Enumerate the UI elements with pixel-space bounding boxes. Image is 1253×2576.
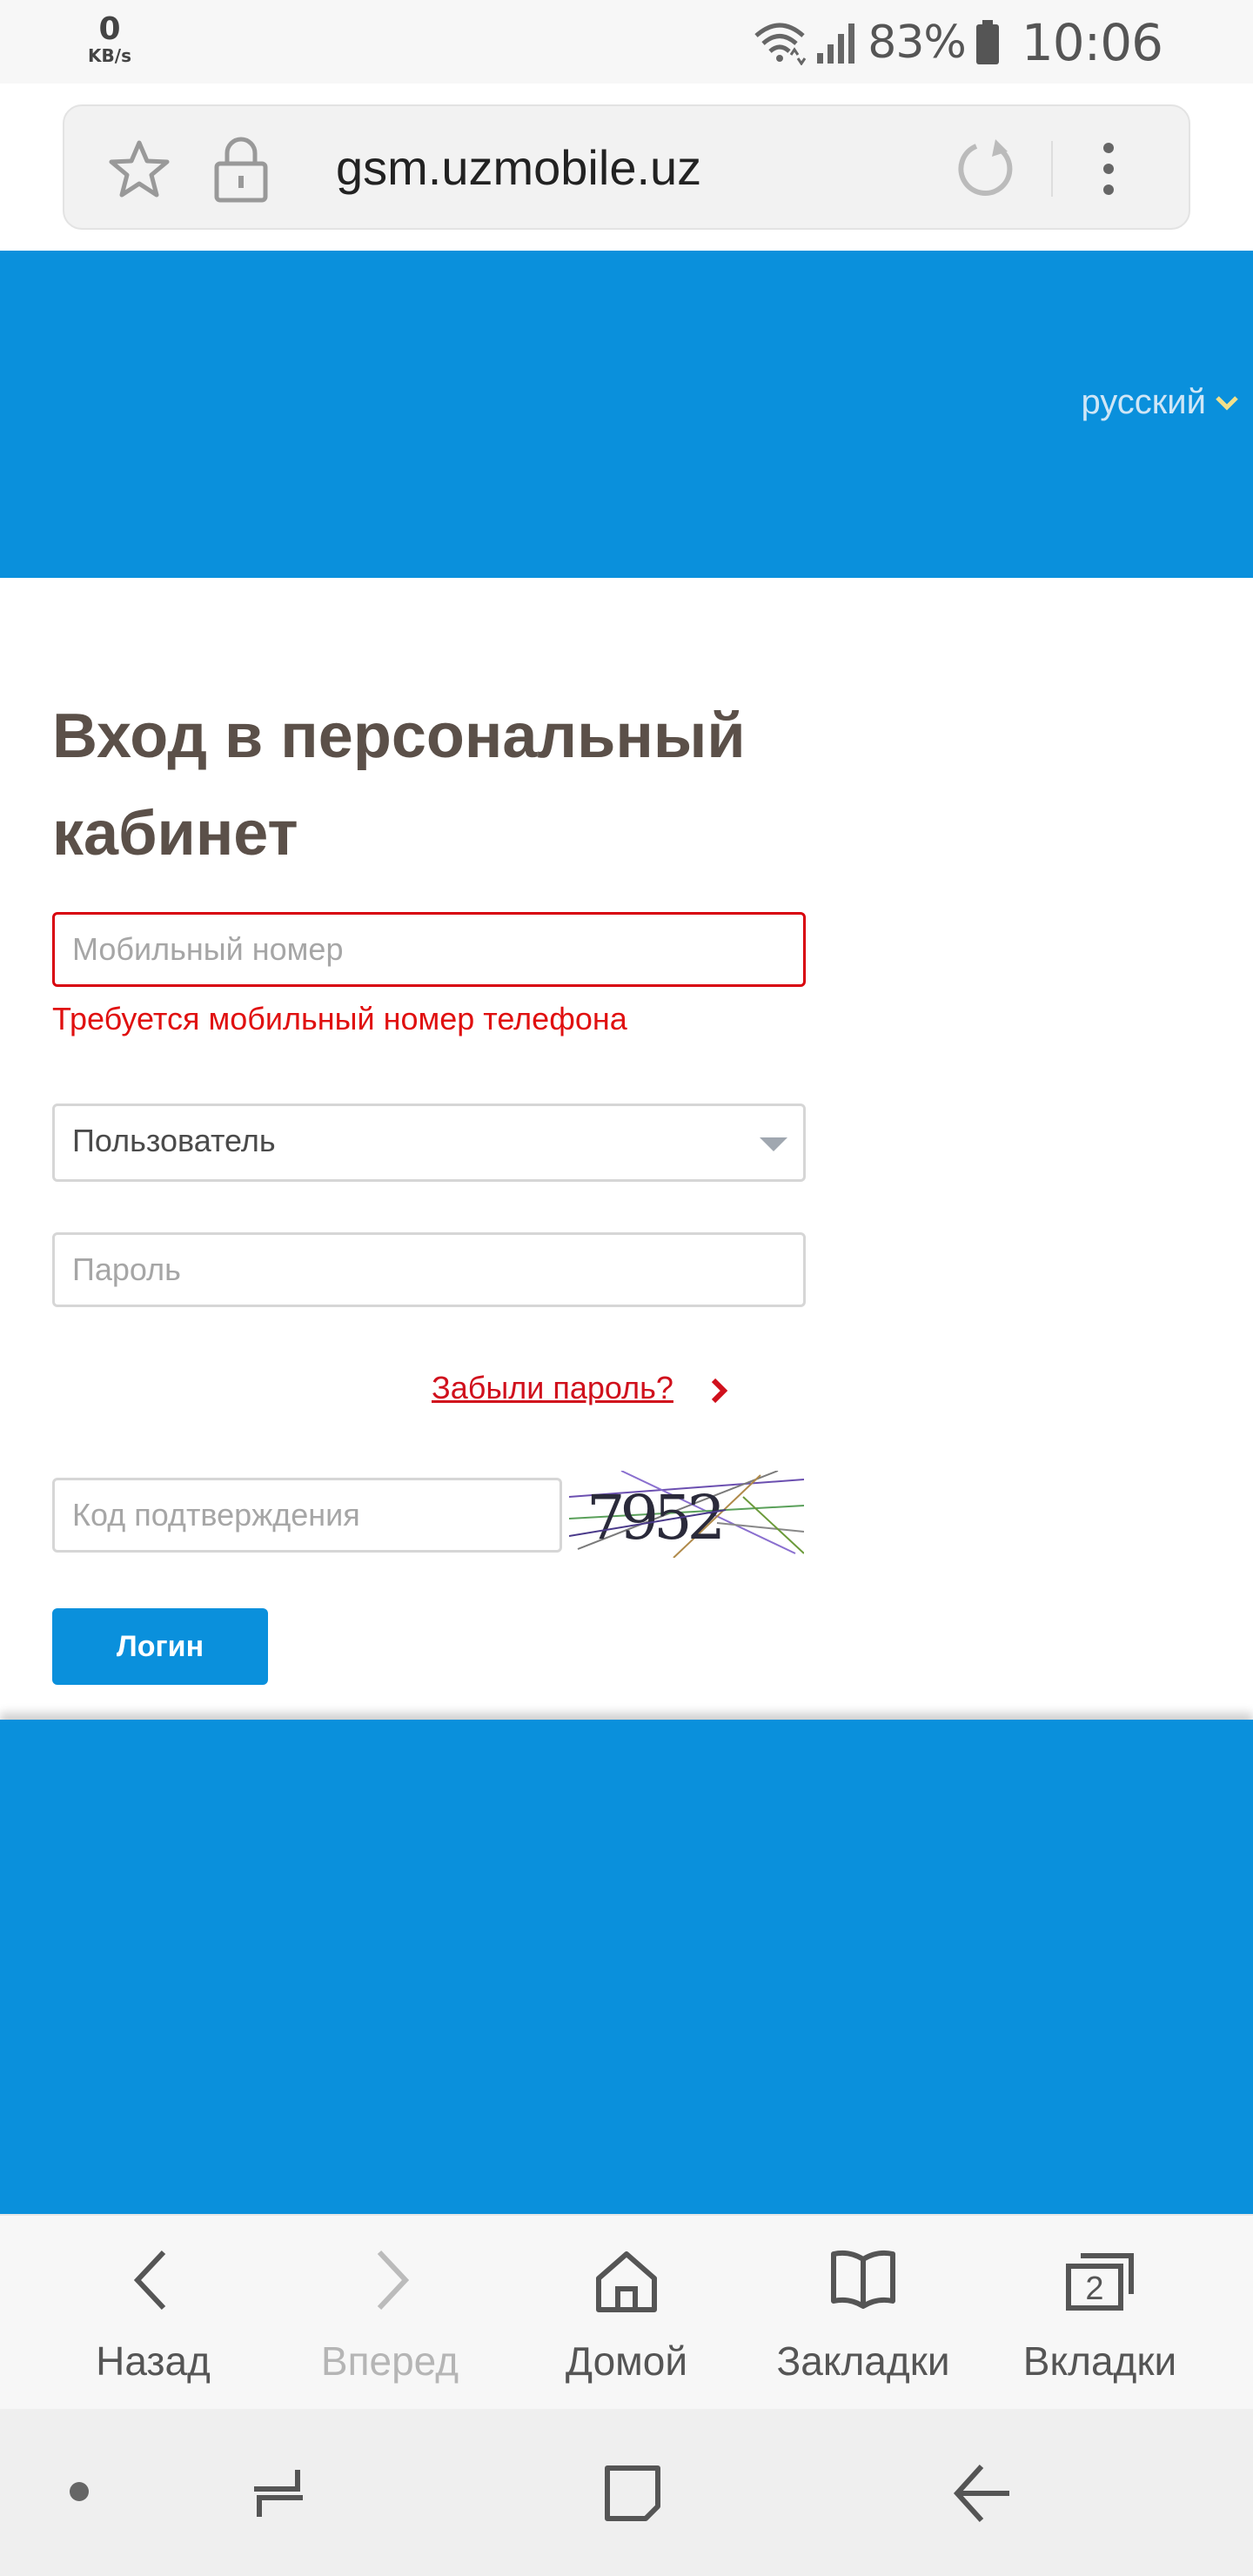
chevron-down-icon	[1216, 395, 1238, 411]
phone-error-message: Требуется мобильный номер телефона	[52, 1001, 627, 1036]
captcha-image[interactable]: 7952	[569, 1471, 804, 1558]
cell-signal-icon	[817, 23, 855, 64]
password-input[interactable]: Пароль	[52, 1232, 806, 1307]
lock-icon[interactable]	[212, 134, 270, 204]
forward-label: Вперед	[320, 2338, 459, 2384]
back-label: Назад	[96, 2338, 211, 2384]
network-speed-indicator: 0 KB/s	[84, 11, 136, 66]
browser-toolbar: Назад Вперед Домой Закладки 2 Вкладки	[0, 2214, 1253, 2409]
address-bar-divider	[1051, 141, 1053, 197]
language-label: русский	[1081, 383, 1206, 421]
site-header	[0, 251, 1253, 578]
star-icon[interactable]	[108, 138, 171, 200]
user-role-select[interactable]: Пользователь	[52, 1104, 806, 1182]
url-text[interactable]: gsm.uzmobile.uz	[336, 139, 701, 196]
more-menu-icon[interactable]	[1100, 141, 1117, 197]
tabs-label: Вкладки	[1022, 2338, 1177, 2384]
tabs-button[interactable]: 2 Вкладки	[995, 2216, 1204, 2411]
network-speed-value: 0	[98, 11, 121, 47]
tabs-icon: 2	[1066, 2253, 1134, 2311]
user-role-value: Пользователь	[72, 1123, 276, 1158]
recent-apps-icon[interactable]	[245, 2463, 312, 2524]
captcha-code: 7952	[586, 1482, 720, 1553]
back-nav-icon[interactable]	[952, 2461, 1013, 2526]
login-button[interactable]: Логин	[52, 1608, 268, 1685]
tabs-count: 2	[1085, 2271, 1103, 2307]
captcha-input[interactable]: Код подтверждения	[52, 1478, 562, 1553]
home-nav-icon[interactable]	[600, 2461, 665, 2526]
back-button[interactable]: Назад	[49, 2216, 258, 2411]
bookmarks-label: Закладки	[776, 2338, 950, 2384]
forward-button[interactable]: Вперед	[285, 2216, 494, 2411]
network-speed-unit: KB/s	[88, 45, 131, 66]
forgot-password-link[interactable]: Забыли пароль?	[432, 1370, 673, 1406]
status-icons: 83% 10:06	[753, 12, 1163, 73]
home-icon	[596, 2251, 657, 2312]
bookmarks-button[interactable]: Закладки	[759, 2216, 968, 2411]
chevron-left-icon	[133, 2250, 166, 2311]
wifi-icon	[754, 23, 807, 65]
site-footer	[0, 1720, 1253, 2214]
chevron-right-icon[interactable]	[710, 1377, 729, 1405]
phone-input[interactable]: Мобильный номер	[52, 912, 806, 987]
page-title: Вход в персональный кабинет	[52, 701, 746, 869]
chevron-right-icon	[377, 2250, 410, 2311]
battery-icon	[975, 20, 999, 64]
nav-dot-icon[interactable]	[70, 2482, 89, 2501]
system-navigation-bar	[0, 2409, 1253, 2576]
home-button[interactable]: Домой	[522, 2216, 731, 2411]
reload-icon[interactable]	[952, 136, 1018, 202]
language-selector[interactable]: русский	[1081, 383, 1239, 422]
address-bar[interactable]: gsm.uzmobile.uz	[63, 104, 1190, 230]
home-label: Домой	[565, 2338, 688, 2384]
status-bar: 0 KB/s 83% 10:06	[0, 0, 1253, 84]
dropdown-caret-icon	[760, 1137, 787, 1151]
bookmarks-icon	[831, 2250, 895, 2309]
battery-percent: 83%	[868, 17, 967, 69]
clock: 10:06	[1021, 13, 1163, 72]
